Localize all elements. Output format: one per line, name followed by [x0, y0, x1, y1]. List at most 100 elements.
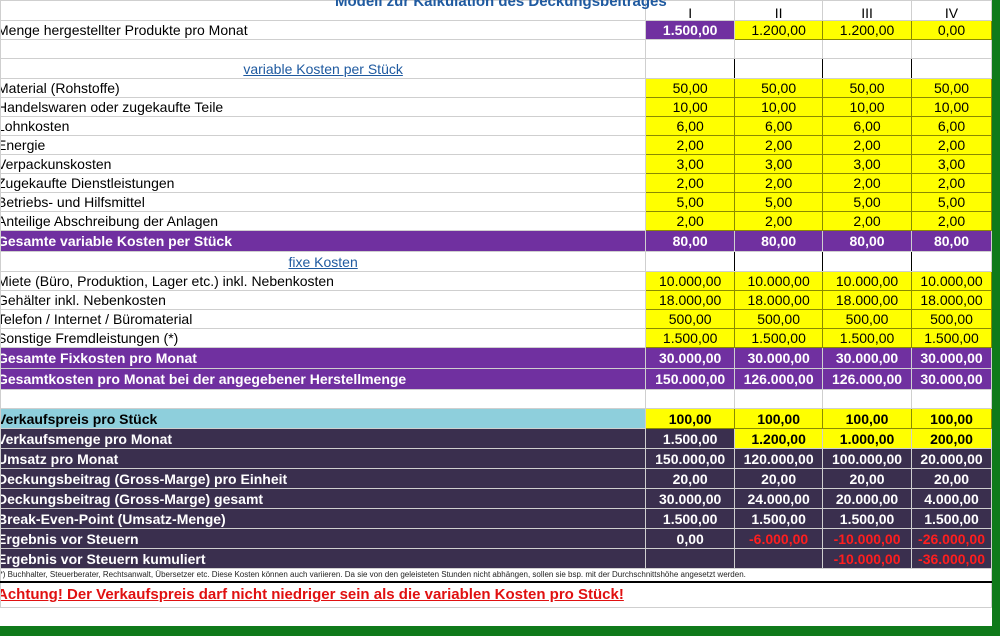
- value-cell[interactable]: 20,00: [734, 468, 824, 489]
- total-cell[interactable]: 150.000,00: [645, 368, 736, 390]
- value-cell[interactable]: 2,00: [911, 173, 992, 193]
- value-cell[interactable]: 18.000,00: [911, 290, 992, 310]
- empty-cell[interactable]: [734, 39, 824, 59]
- empty-cell[interactable]: [0, 389, 647, 409]
- row-label[interactable]: Break-Even-Point (Umsatz-Menge): [0, 508, 647, 529]
- total-cell[interactable]: 126.000,00: [822, 368, 913, 390]
- value-cell[interactable]: 10,00: [911, 97, 992, 117]
- total-cell[interactable]: 80,00: [822, 230, 913, 252]
- value-cell[interactable]: 10.000,00: [645, 271, 736, 291]
- value-cell[interactable]: 3,00: [911, 154, 992, 174]
- value-cell[interactable]: [734, 548, 824, 569]
- value-cell[interactable]: 100,00: [911, 408, 992, 429]
- empty-cell[interactable]: [645, 389, 736, 409]
- row-label[interactable]: Gehälter inkl. Nebenkosten: [0, 290, 647, 310]
- total-cell[interactable]: 30.000,00: [645, 347, 736, 369]
- value-cell[interactable]: 1.500,00: [645, 20, 736, 40]
- value-cell[interactable]: 50,00: [822, 78, 913, 98]
- row-label[interactable]: Umsatz pro Monat: [0, 448, 647, 469]
- total-cell[interactable]: 80,00: [734, 230, 824, 252]
- value-cell[interactable]: 150.000,00: [645, 448, 736, 469]
- value-cell[interactable]: 50,00: [911, 78, 992, 98]
- value-cell[interactable]: 10.000,00: [734, 271, 824, 291]
- value-cell[interactable]: 1.500,00: [645, 508, 736, 529]
- value-cell[interactable]: 18.000,00: [822, 290, 913, 310]
- empty-cell[interactable]: [822, 251, 913, 272]
- empty-cell[interactable]: [822, 58, 913, 79]
- value-cell[interactable]: 100.000,00: [822, 448, 913, 469]
- section-fixed-costs[interactable]: fixe Kosten: [0, 251, 647, 272]
- row-label[interactable]: Material (Rohstoffe): [0, 78, 647, 98]
- value-cell[interactable]: 2,00: [911, 211, 992, 231]
- value-cell[interactable]: 20,00: [911, 468, 992, 489]
- total-cell[interactable]: 30.000,00: [911, 368, 992, 390]
- value-cell[interactable]: 6,00: [645, 116, 736, 136]
- value-cell[interactable]: 500,00: [822, 309, 913, 329]
- empty-cell[interactable]: [645, 251, 736, 272]
- value-cell[interactable]: 2,00: [822, 173, 913, 193]
- price-label[interactable]: Verkaufspreis pro Stück: [0, 408, 647, 429]
- total-cell[interactable]: 30.000,00: [822, 347, 913, 369]
- value-cell[interactable]: 10,00: [645, 97, 736, 117]
- value-cell[interactable]: 6,00: [911, 116, 992, 136]
- col-header-4[interactable]: IV: [911, 0, 992, 21]
- value-cell[interactable]: 1.500,00: [645, 328, 736, 348]
- sheet-title-cell[interactable]: Modell zur Kalkulation des Deckungsbeitr…: [0, 0, 667, 21]
- value-cell[interactable]: 1.500,00: [911, 328, 992, 348]
- row-label[interactable]: Verpackunskosten: [0, 154, 647, 174]
- value-cell[interactable]: 1.500,00: [734, 328, 824, 348]
- value-cell[interactable]: 18.000,00: [645, 290, 736, 310]
- value-cell[interactable]: 3,00: [645, 154, 736, 174]
- value-cell[interactable]: 120.000,00: [734, 448, 824, 469]
- value-cell[interactable]: 1.500,00: [911, 508, 992, 529]
- empty-cell[interactable]: [911, 39, 992, 59]
- total-variable-label[interactable]: Gesamte variable Kosten per Stück: [0, 230, 647, 252]
- value-cell[interactable]: -10.000,00: [822, 528, 913, 549]
- section-variable-costs[interactable]: variable Kosten per Stück: [0, 58, 647, 79]
- total-cell[interactable]: 80,00: [645, 230, 736, 252]
- value-cell[interactable]: 10,00: [734, 97, 824, 117]
- value-cell[interactable]: 100,00: [645, 408, 736, 429]
- value-cell[interactable]: 1.500,00: [645, 428, 736, 449]
- value-cell[interactable]: 10,00: [822, 97, 913, 117]
- value-cell[interactable]: 50,00: [734, 78, 824, 98]
- footnote[interactable]: (*) Buchhalter, Steuerberater, Rechtsanw…: [0, 568, 992, 582]
- value-cell[interactable]: 0,00: [645, 528, 736, 549]
- empty-cell[interactable]: [734, 58, 824, 79]
- row-label[interactable]: Telefon / Internet / Büromaterial: [0, 309, 647, 329]
- row-label[interactable]: Deckungsbeitrag (Gross-Marge) pro Einhei…: [0, 468, 647, 489]
- value-cell[interactable]: 20.000,00: [911, 448, 992, 469]
- total-fixed-label[interactable]: Gesamte Fixkosten pro Monat: [0, 347, 647, 369]
- value-cell[interactable]: 2,00: [734, 211, 824, 231]
- value-cell[interactable]: 20,00: [645, 468, 736, 489]
- value-cell[interactable]: 30.000,00: [645, 488, 736, 509]
- value-cell[interactable]: 2,00: [822, 211, 913, 231]
- value-cell[interactable]: 18.000,00: [734, 290, 824, 310]
- row-label[interactable]: Menge hergestellter Produkte pro Monat: [0, 20, 647, 40]
- value-cell[interactable]: 2,00: [645, 135, 736, 155]
- empty-cell[interactable]: [911, 58, 992, 79]
- col-header-3[interactable]: III: [822, 0, 913, 21]
- value-cell[interactable]: 20.000,00: [822, 488, 913, 509]
- value-cell[interactable]: 200,00: [911, 428, 992, 449]
- value-cell[interactable]: -6.000,00: [734, 528, 824, 549]
- value-cell[interactable]: 10.000,00: [822, 271, 913, 291]
- value-cell[interactable]: 24.000,00: [734, 488, 824, 509]
- value-cell[interactable]: 3,00: [734, 154, 824, 174]
- row-label[interactable]: Anteilige Abschreibung der Anlagen: [0, 211, 647, 231]
- warning-cell[interactable]: Achtung! Der Verkaufspreis darf nicht ni…: [0, 580, 992, 608]
- row-label[interactable]: Handelswaren oder zugekaufte Teile: [0, 97, 647, 117]
- value-cell[interactable]: 5,00: [645, 192, 736, 212]
- value-cell[interactable]: -10.000,00: [822, 548, 913, 569]
- value-cell[interactable]: [645, 548, 736, 569]
- empty-cell[interactable]: [822, 39, 913, 59]
- total-cell[interactable]: 30.000,00: [734, 347, 824, 369]
- empty-cell[interactable]: [911, 389, 992, 409]
- value-cell[interactable]: 100,00: [734, 408, 824, 429]
- value-cell[interactable]: 2,00: [822, 135, 913, 155]
- value-cell[interactable]: 500,00: [734, 309, 824, 329]
- value-cell[interactable]: 2,00: [734, 135, 824, 155]
- col-header-2[interactable]: II: [734, 0, 824, 21]
- value-cell[interactable]: 1.500,00: [734, 508, 824, 529]
- value-cell[interactable]: 1.000,00: [822, 428, 913, 449]
